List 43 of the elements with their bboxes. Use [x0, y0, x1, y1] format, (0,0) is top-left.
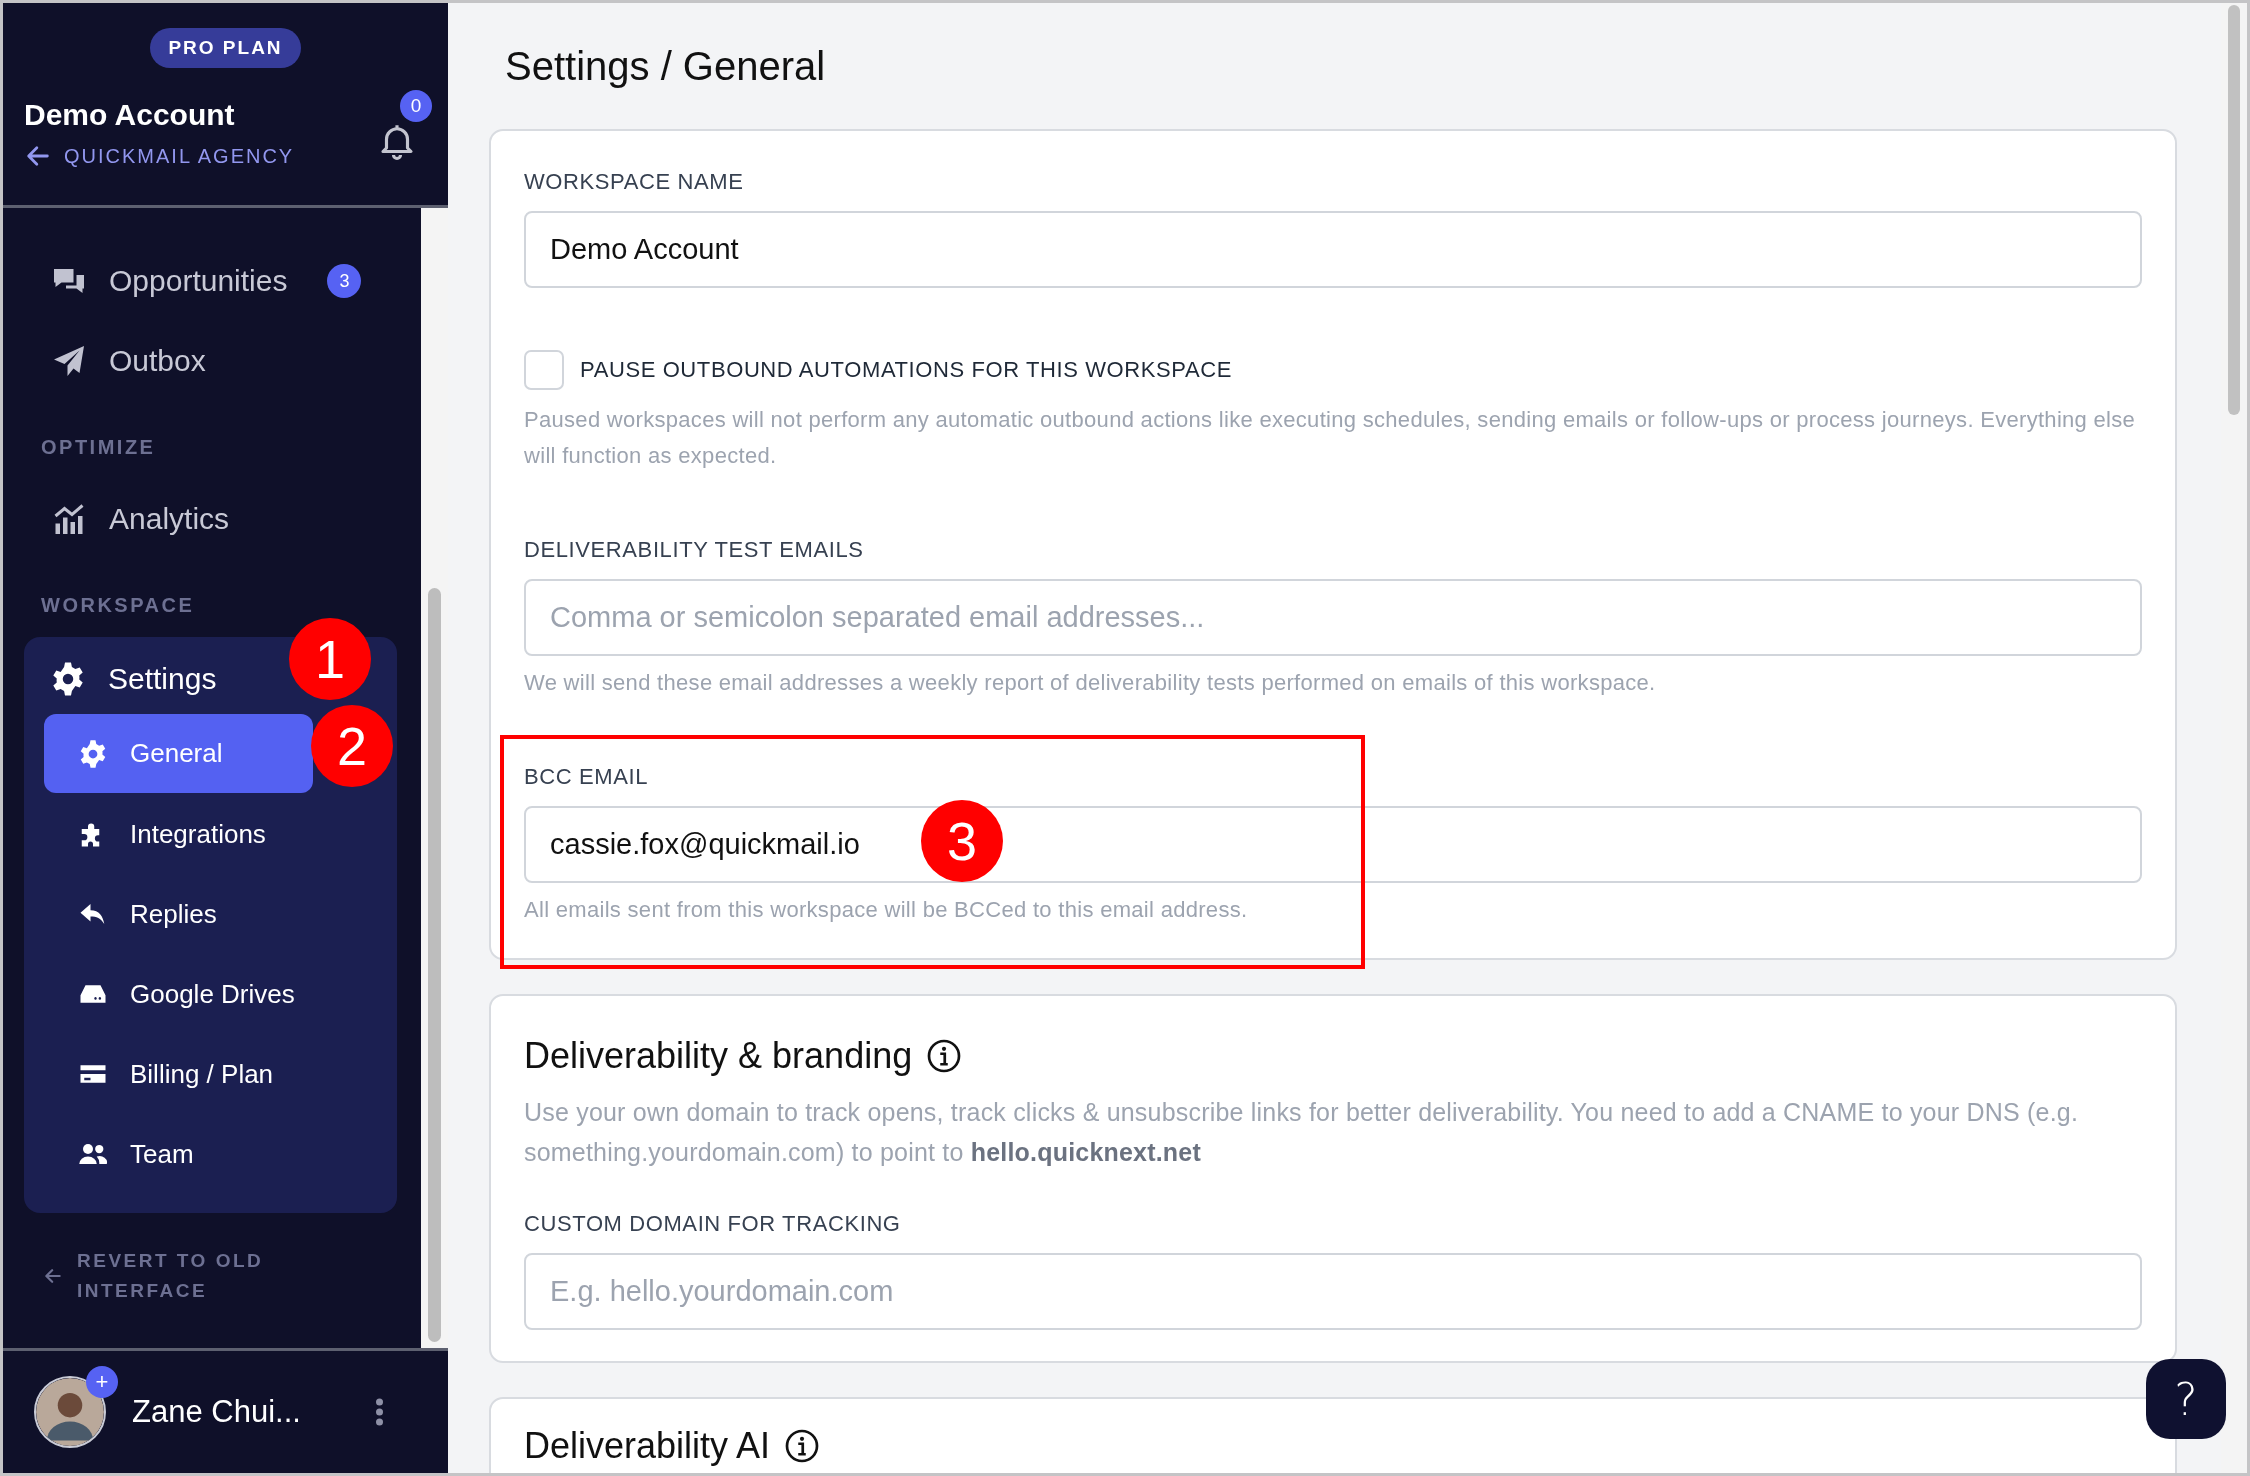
info-icon[interactable]	[784, 1428, 821, 1464]
info-icon[interactable]	[926, 1038, 963, 1074]
submenu-item[interactable]: Replies	[44, 874, 313, 954]
avatar[interactable]	[34, 1376, 106, 1448]
section-description: Use your own domain to track opens, track clicks & unsubscribe links for better deliverability. You need to add a CNAME to your DNS (e.g. something.yourdomain.com) to point to hello.quicknext.net	[524, 1097, 2080, 1168]
page-title: Settings / General	[505, 43, 827, 90]
user-name: Zane Chui...	[132, 1394, 301, 1430]
nav-item[interactable]: Outbox	[3, 321, 421, 401]
help-text: Paused workspaces will not perform any automatic outbound actions like executing schedules, sending emails or follow-ups or process journeys. Everything else will function as expected.	[524, 406, 2137, 470]
submenu-item[interactable]: General	[44, 714, 313, 793]
submenu-item[interactable]: Team	[44, 1114, 313, 1194]
section-heading: OPTIMIZE	[40, 435, 157, 460]
notification-count: 0	[400, 90, 432, 122]
account-name: Demo Account	[24, 98, 236, 132]
section-title: Deliverability AI	[524, 1427, 771, 1465]
count-badge: 3	[327, 264, 362, 298]
submenu-item[interactable]: Integrations	[44, 794, 313, 874]
settings-icon	[50, 661, 86, 697]
section-heading: WORKSPACE	[40, 593, 196, 618]
field-label: WORKSPACE NAME	[524, 168, 745, 196]
arrow-left-icon	[43, 1266, 63, 1286]
more-icon[interactable]	[375, 1398, 384, 1426]
checkbox[interactable]	[524, 350, 564, 390]
nav-item[interactable]: Settings	[24, 644, 227, 714]
settings-icon	[78, 738, 108, 769]
help-text: All emails sent from this workspace will be BCCed to this email address.	[524, 896, 1249, 924]
text-field[interactable]: Demo Account	[524, 211, 2142, 288]
add-badge[interactable]: +	[86, 1366, 118, 1398]
submenu-item[interactable]: Billing / Plan	[44, 1034, 313, 1114]
field-label: CUSTOM DOMAIN FOR TRACKING	[524, 1210, 902, 1238]
field-label: DELIVERABILITY TEST EMAILS	[524, 536, 865, 564]
field-label: BCC EMAIL	[524, 763, 649, 791]
help-text: We will send these email addresses a weekly report of deliverability tests performed on emails of this workspace.	[524, 669, 1657, 697]
nav-item[interactable]: Analytics	[3, 479, 421, 559]
nav-item[interactable]: Opportunities 3	[3, 241, 421, 321]
submenu-item[interactable]: Google Drives	[44, 954, 313, 1034]
scrollbar[interactable]	[421, 208, 448, 1348]
section-title: Deliverability & branding	[524, 1034, 913, 1078]
plan-badge: PRO PLAN	[150, 28, 301, 68]
revert-link[interactable]: REVERT TO OLD INTERFACE	[43, 1246, 421, 1306]
help-button[interactable]: ?	[2146, 1359, 2226, 1439]
agency-link[interactable]: QUICKMAIL AGENCY	[24, 142, 295, 170]
checkbox-label: PAUSE OUTBOUND AUTOMATIONS FOR THIS WORKSPACE	[580, 357, 1233, 383]
